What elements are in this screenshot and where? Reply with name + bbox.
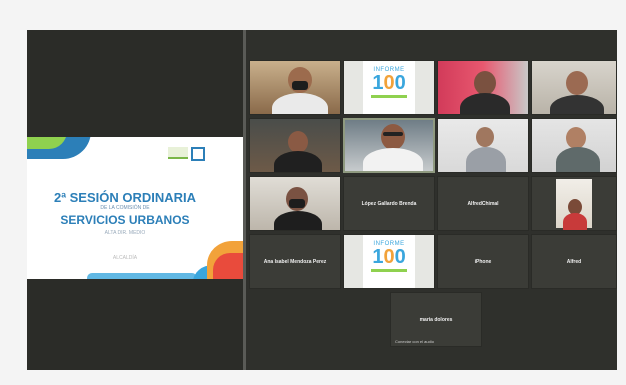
participant-name: Alfred: [566, 258, 582, 265]
participant-tile[interactable]: [249, 118, 341, 173]
slide-date-text: ALCALDÍA: [112, 255, 138, 261]
participant-name: AlfredChimal: [467, 200, 499, 207]
slide-logos: [168, 147, 205, 161]
informe-logo-bar: [371, 94, 407, 98]
informe-logo-number: 100: [372, 71, 406, 94]
participant-tile[interactable]: López Gallardo Brenda: [343, 176, 435, 231]
slide-small-text: ALTA DIR. MEDIO: [104, 230, 146, 236]
participant-tile[interactable]: [531, 176, 617, 231]
shared-screen-pane: 2ª SESIÓN ORDINARIA DE LA COMISIÓN DE SE…: [27, 30, 243, 370]
participant-tile[interactable]: INFORME 100: [343, 234, 435, 289]
informe-logo: INFORME 100: [363, 61, 415, 114]
participant-name: Ana Isabel Mendoza Perez: [263, 258, 327, 265]
slide-subtitle: DE LA COMISIÓN DE: [100, 205, 150, 211]
participant-tile[interactable]: AlfredChimal: [437, 176, 529, 231]
participant-tile[interactable]: [437, 60, 529, 115]
institution-logo: [191, 147, 205, 161]
informe-logo-number: 100: [372, 245, 406, 268]
institution-logo: [168, 147, 188, 159]
participant-tile[interactable]: [531, 118, 617, 173]
pane-divider[interactable]: [243, 30, 246, 370]
meeting-window: 2ª SESIÓN ORDINARIA DE LA COMISIÓN DE SE…: [27, 30, 617, 370]
audio-status-text: Conectar con el audio: [395, 339, 434, 344]
participant-tile[interactable]: Alfred: [531, 234, 617, 289]
informe-logo-bar: [371, 268, 407, 272]
slide-decoration: [87, 273, 197, 279]
participant-tile[interactable]: iPhone: [437, 234, 529, 289]
participant-name: maria dolores: [419, 316, 453, 323]
participant-tile[interactable]: maria dolores Conectar con el audio: [390, 292, 482, 347]
presentation-slide: 2ª SESIÓN ORDINARIA DE LA COMISIÓN DE SE…: [27, 137, 243, 279]
participant-tile-active-speaker[interactable]: [343, 118, 435, 173]
participant-tile[interactable]: [249, 176, 341, 231]
participant-tile[interactable]: INFORME 100: [343, 60, 435, 115]
participant-tile[interactable]: [437, 118, 529, 173]
slide-title: 2ª SESIÓN ORDINARIA: [53, 190, 197, 205]
slide-decoration: [213, 253, 243, 279]
informe-logo: INFORME 100: [363, 235, 415, 288]
participant-name: López Gallardo Brenda: [361, 200, 417, 207]
participant-tile[interactable]: [249, 60, 341, 115]
slide-title-secondary: SERVICIOS URBANOS: [60, 213, 190, 227]
participant-tile[interactable]: Ana Isabel Mendoza Perez: [249, 234, 341, 289]
participant-name: iPhone: [474, 258, 492, 265]
participant-tile[interactable]: [531, 60, 617, 115]
